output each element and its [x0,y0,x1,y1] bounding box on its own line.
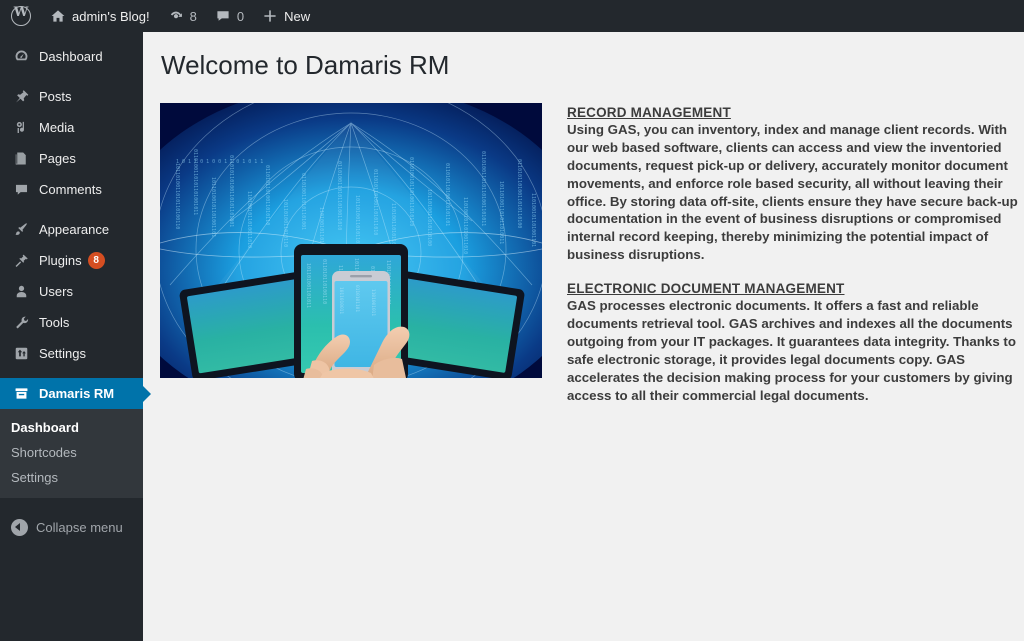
svg-text:0110100110101101001011: 0110100110101101001011 [192,149,198,215]
svg-text:10110100101101001101: 10110100101101001101 [210,177,216,237]
svg-text:01101001101011010011010: 01101001101011010011010 [336,161,342,230]
svg-text:1101001011: 1101001011 [370,289,376,316]
svg-text:1011010011010110: 1011010011010110 [282,199,288,247]
welcome-text-column: RECORD MANAGEMENT Using GAS, you can inv… [567,105,1024,405]
pushpin-icon [11,87,31,107]
page-title: Welcome to Damaris RM [161,50,450,80]
updates-icon [168,8,184,24]
comment-bubble-icon [215,8,231,24]
archive-box-icon [11,384,31,404]
new-content-button[interactable]: New [253,0,319,32]
menu-spacer-top [0,32,143,41]
svg-text:01101001011010011010110: 01101001011010011010110 [408,157,414,226]
svg-text:1011010011010110100: 1011010011010110100 [426,189,432,246]
sidebar-item-plugins[interactable]: Plugins 8 [0,245,143,276]
pages-document-icon [11,149,31,169]
collapse-menu-label: Collapse menu [36,519,123,535]
settings-sliders-icon [11,344,31,364]
sidebar-item-label: Plugins [39,253,82,268]
plug-icon [11,251,31,271]
sidebar-item-dashboard[interactable]: Dashboard [0,41,143,72]
svg-text:1011010011010110100: 1011010011010110100 [354,195,360,252]
sidebar-item-settings[interactable]: Settings [0,338,143,369]
svg-text:1011010011: 1011010011 [338,287,344,314]
main-content-area: Welcome to Damaris RM 1 0 1 1 0 1 0 0 1 … [143,32,1024,641]
tablets-and-smartphone-digital-network-illustration: 1 0 1 1 0 1 0 0 1 1 0 1 0 1 1 1011010011… [160,102,542,378]
section-heading-record-management: RECORD MANAGEMENT [567,104,731,120]
sidebar-item-label: Users [39,284,73,299]
home-icon [50,8,66,24]
paintbrush-icon [11,220,31,240]
svg-text:0110100110101101001: 0110100110101101001 [300,173,306,230]
svg-text:0110100110101101001101011: 0110100110101101001101011 [480,151,486,226]
svg-text:1011010011010110100110: 1011010011010110100110 [174,163,180,229]
submenu-item-settings[interactable]: Settings [0,465,143,490]
section-body-record-management: Using GAS, you can inventory, index and … [567,121,1018,263]
site-name-button[interactable]: admin's Blog! [41,0,159,32]
media-note-icon [11,118,31,138]
site-name-label: admin's Blog! [72,8,150,24]
sidebar-item-comments[interactable]: Comments [0,174,143,205]
sidebar-item-label: Settings [39,346,86,361]
plus-icon [262,8,278,24]
sidebar-item-label: Pages [39,151,76,166]
comments-button[interactable]: 0 [206,0,253,32]
section-body-electronic-document-management: GAS processes electronic documents. It o… [567,298,1016,403]
wordpress-logo-icon [11,5,31,26]
submenu-item-shortcodes[interactable]: Shortcodes [0,440,143,465]
collapse-menu-button[interactable]: Collapse menu [0,510,143,544]
menu-spacer-3 [0,369,143,378]
sidebar-item-tools[interactable]: Tools [0,307,143,338]
sidebar-item-pages[interactable]: Pages [0,143,143,174]
comment-bubble-icon [11,180,31,200]
plugins-update-badge: 8 [87,252,105,269]
svg-text:0110101101: 0110101101 [354,285,360,312]
svg-text:101101001101011: 101101001101011 [305,263,311,308]
collapse-arrow-icon [11,518,28,536]
sidebar-item-posts[interactable]: Posts [0,81,143,112]
svg-text:011010110100110101101: 011010110100110101101 [444,163,450,226]
svg-text:1101001011010011010: 1101001011010011010 [462,197,468,254]
damaris-rm-submenu: Dashboard Shortcodes Settings [0,409,143,498]
new-content-label: New [284,8,311,24]
dashboard-gauge-icon [11,47,31,67]
wordpress-logo-button[interactable] [0,0,41,32]
svg-text:110100101101001101: 110100101101001101 [530,193,536,247]
sidebar-item-damaris-rm[interactable]: Damaris RM [0,378,151,409]
updates-count: 8 [189,8,197,24]
sidebar-item-label: Posts [39,89,72,104]
menu-spacer-2 [0,205,143,214]
svg-text:01101011010011010110: 01101011010011010110 [264,165,270,225]
submenu-item-dashboard[interactable]: Dashboard [0,415,143,440]
svg-text:0110101101001101011010: 0110101101001101011010 [372,169,378,235]
section-heading-electronic-document-management: ELECTRONIC DOCUMENT MANAGEMENT [567,281,845,297]
comments-count: 0 [236,8,245,24]
sidebar-item-label: Media [39,120,75,135]
svg-text:01101011010011010110100: 01101011010011010110100 [516,159,522,228]
svg-text:1 0 1 1 0 1 0 0 1 1 0 1 0 1 1: 1 0 1 1 0 1 0 0 1 1 0 1 0 1 1 [176,159,263,165]
wrench-icon [11,313,31,333]
user-icon [11,282,31,302]
sidebar-item-label: Damaris RM [39,386,115,401]
menu-spacer-1 [0,72,143,81]
admin-sidebar-menu: Dashboard Posts Media Pages Comments App… [0,32,151,641]
sidebar-item-appearance[interactable]: Appearance [0,214,143,245]
sidebar-item-users[interactable]: Users [0,276,143,307]
admin-bar: admin's Blog! 8 0 New [0,0,1024,32]
svg-text:1101001011010011010: 1101001011010011010 [246,191,252,248]
sidebar-item-label: Comments [39,182,102,197]
sidebar-item-media[interactable]: Media [0,112,143,143]
sidebar-item-label: Dashboard [39,49,103,64]
updates-button[interactable]: 8 [159,0,206,32]
svg-text:011010110100110: 011010110100110 [321,259,327,304]
svg-text:011010110100110101101001: 011010110100110101101001 [228,155,234,227]
svg-text:101101001101011010011: 101101001101011010011 [498,181,504,244]
sidebar-item-label: Tools [39,315,70,330]
sidebar-item-label: Appearance [39,222,110,237]
